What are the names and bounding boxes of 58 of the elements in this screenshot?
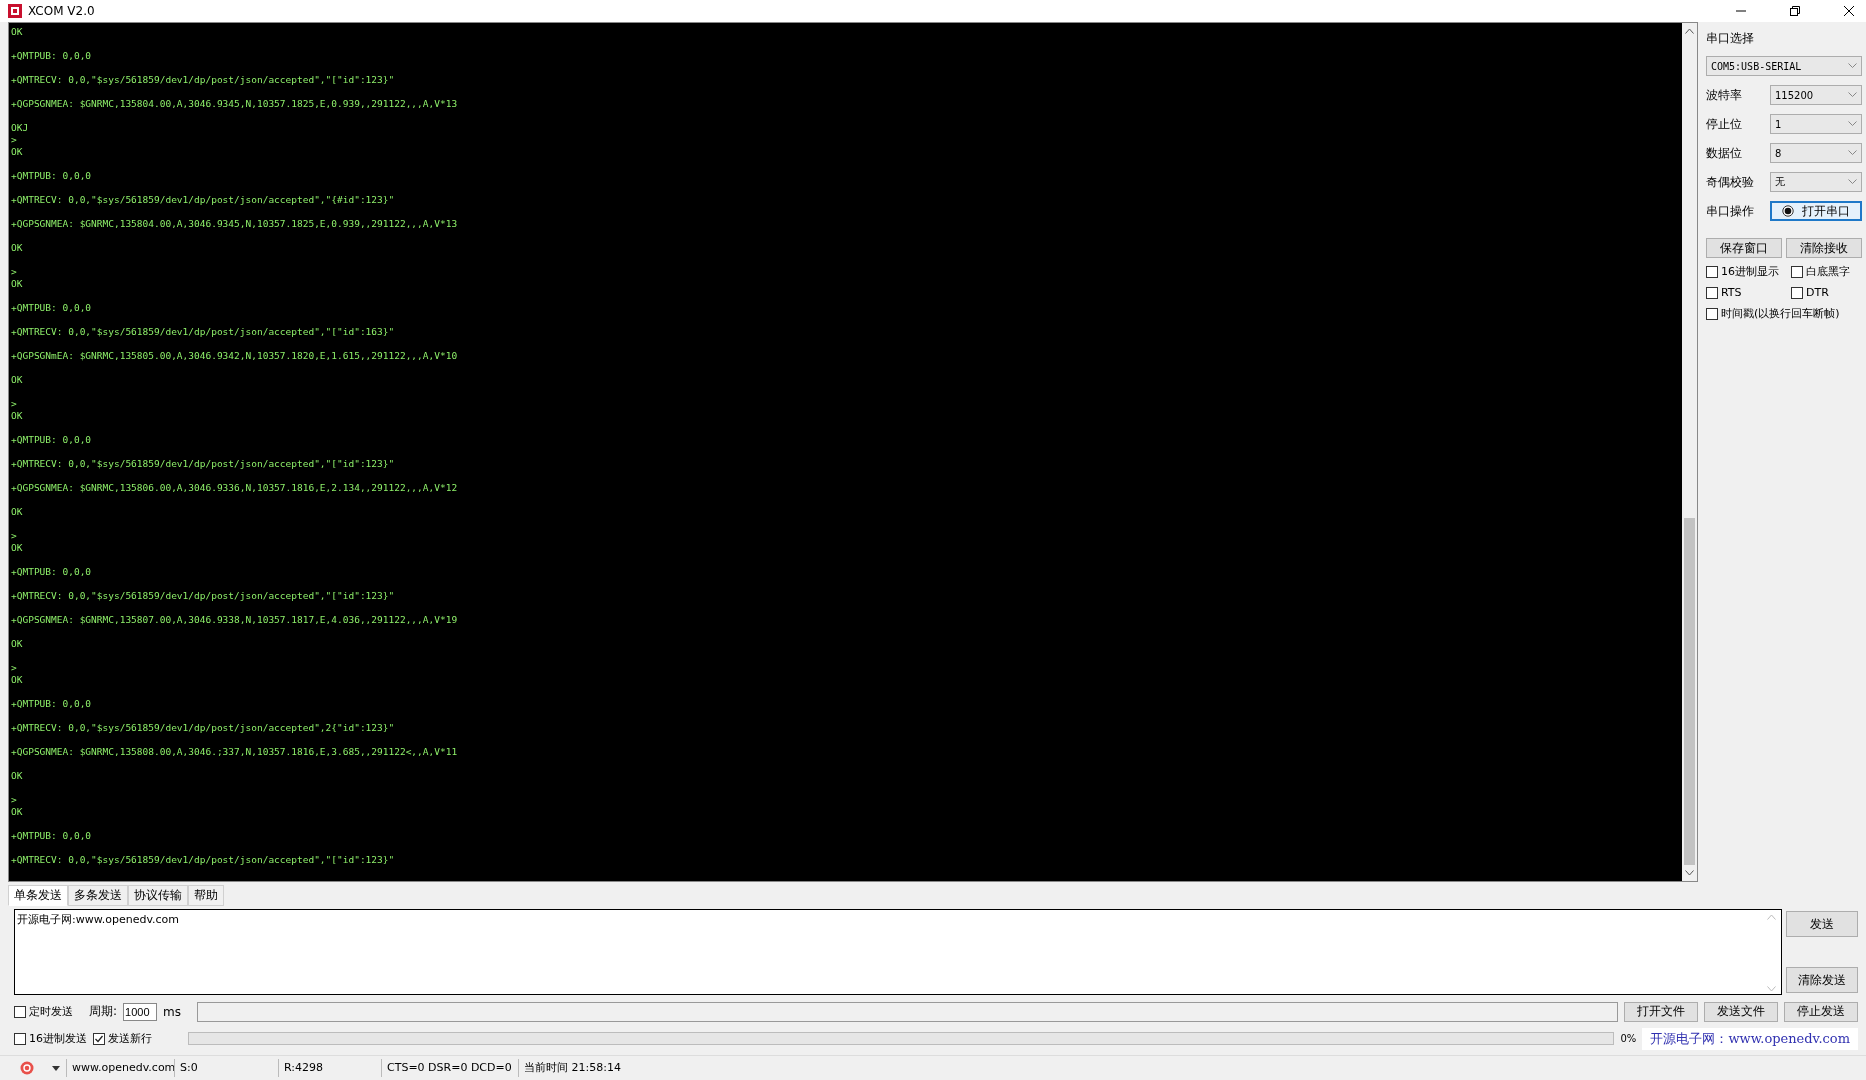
file-button[interactable]: 发送文件: [1704, 1001, 1778, 1022]
status-url[interactable]: www.openedv.com: [66, 1059, 174, 1077]
period-label: 周期:: [89, 1003, 118, 1020]
send-tab[interactable]: 单条发送: [8, 885, 68, 906]
chevron-down-icon: [1848, 121, 1857, 127]
file-path-field[interactable]: [197, 1001, 1618, 1022]
setting-label: 数据位: [1706, 144, 1743, 162]
file-button[interactable]: 打开文件: [1624, 1001, 1698, 1022]
send-tab[interactable]: 帮助: [188, 885, 224, 906]
site-link[interactable]: 开源电子网：www.openedv.com: [1642, 1027, 1858, 1050]
checkmark-icon: [94, 1033, 104, 1044]
chevron-down-icon: [1848, 179, 1857, 185]
caret-icon[interactable]: [52, 1065, 60, 1071]
option-checkbox[interactable]: 时间戳(以换行回车断帧): [1706, 306, 1862, 321]
scroll-down-icon[interactable]: [1685, 870, 1694, 876]
send-tab[interactable]: 协议传输: [128, 885, 188, 906]
port-dropdown[interactable]: COM5:USB-SERIAL: [1706, 56, 1862, 76]
send-option-checkbox[interactable]: 发送新行: [93, 1031, 152, 1046]
period-unit: ms: [163, 1004, 181, 1019]
setting-label: 停止位: [1706, 115, 1743, 133]
chevron-down-icon: [1848, 92, 1857, 98]
chevron-down-icon: [1848, 150, 1857, 156]
send-button[interactable]: 发送: [1786, 911, 1858, 937]
status-time: 当前时间 21:58:14: [518, 1059, 658, 1077]
status-received: R:4298: [278, 1059, 381, 1077]
period-field[interactable]: 1000: [123, 1002, 158, 1021]
serial-operation-label: 串口操作: [1706, 202, 1755, 220]
file-button[interactable]: 停止发送: [1784, 1001, 1858, 1022]
setting-label: 波特率: [1706, 86, 1743, 104]
setting-dropdown[interactable]: 8: [1770, 143, 1862, 163]
open-port-button[interactable]: 打开串口: [1770, 201, 1862, 221]
scroll-up-icon[interactable]: [1685, 28, 1694, 34]
status-lines: CTS=0 DSR=0 DCD=0: [381, 1059, 518, 1077]
chevron-down-icon: [1848, 63, 1857, 69]
setting-dropdown[interactable]: 无: [1770, 172, 1862, 192]
option-checkbox[interactable]: 16进制显示: [1706, 264, 1791, 279]
send-button[interactable]: 清除发送: [1786, 967, 1858, 993]
progress-reading: 0%: [1620, 1033, 1637, 1044]
power-icon[interactable]: [20, 1061, 34, 1075]
panel-button[interactable]: 保存窗口: [1706, 238, 1782, 258]
setting-label: 奇偶校验: [1706, 173, 1755, 191]
app-logo-icon: [8, 4, 22, 18]
timed-send-checkbox[interactable]: 定时发送: [14, 1004, 73, 1019]
option-checkbox[interactable]: RTS: [1706, 286, 1791, 299]
window-title: XCOM V2.0: [28, 4, 95, 18]
send-tab[interactable]: 多条发送: [68, 885, 128, 906]
setting-dropdown[interactable]: 115200: [1770, 85, 1862, 105]
option-checkbox[interactable]: DTR: [1791, 286, 1862, 299]
close-icon[interactable]: [1844, 6, 1854, 16]
port-select-label: 串口选择: [1706, 30, 1755, 47]
restore-icon[interactable]: [1790, 6, 1800, 16]
receive-text-area[interactable]: OK +QMTPUB: 0,0,0 +QMTRECV: 0,0,"$sys/561859/dev1/dp/post/json/accepted","["id":123}" +QGPSGNMEA: $GNRMC,135804.00,A,3046.9345,N,10357.1825,E,0.939,,291122,,,A,V*13 OKJ > OK +QMTPUB: 0,0,0 +QMTRECV: 0,0,"$sys/561859/dev1/dp/post/json/accepted","{#id":123}" +QGPSGNMEA: $GNRMC,135804.00,A,3046.9345,N,10357.1825,E,0.939,,291122,,,A,V*13 OK > OK +QMTPUB: 0,0,0 +QMTRECV: 0,0,"$sys/561859/dev1/dp/post/json/accepted","["id":163}" +QGPSGNmEA: $GNRMC,135805.00,A,3046.9342,N,10357.1820,E,1.615,,291122,,,A,V*10 OK > OK +QMTPUB: 0,0,0 +QMTRECV: 0,0,"$sys/561859/dev1/dp/post/json/accepted","["id":123}" +QGPSGNMEA: $GNRMC,135806.00,A,3046.9336,N,10357.1816,E,2.134,,291122,,,A,V*12 OK > OK +QMTPUB: 0,0,0 +QMTRECV: 0,0,"$sys/561859/dev1/dp/post/json/accepted","["id":123}" +QGPSGNMEA: $GNRMC,135807.00,A,3046.9338,N,10357.1817,E,4.036,,291122,,,A,V*19 OK > OK +QMTPUB: 0,0,0 +QMTRECV: 0,0,"$sys/561859/dev1/dp/post/json/accepted",2{"id":123}" +QGPSGNMEA: $GNRMC,135808.00,A,3046.;337,N,10357.1816,E,3.685,,291122<,,A,V*11 OK > OK +QMTPUB: 0,0,0 +QMTRECV: 0,0,"$sys/561859/dev1/dp/post/json/accepted","["id":123}": [9, 23, 1682, 881]
status-sent: S:0: [174, 1059, 278, 1077]
option-checkbox[interactable]: 白底黑字: [1791, 264, 1862, 279]
radio-dot-icon: [1782, 205, 1794, 217]
send-option-checkbox[interactable]: 16进制发送: [14, 1031, 87, 1046]
setting-dropdown[interactable]: 1: [1770, 114, 1862, 134]
panel-button[interactable]: 清除接收: [1786, 238, 1862, 258]
